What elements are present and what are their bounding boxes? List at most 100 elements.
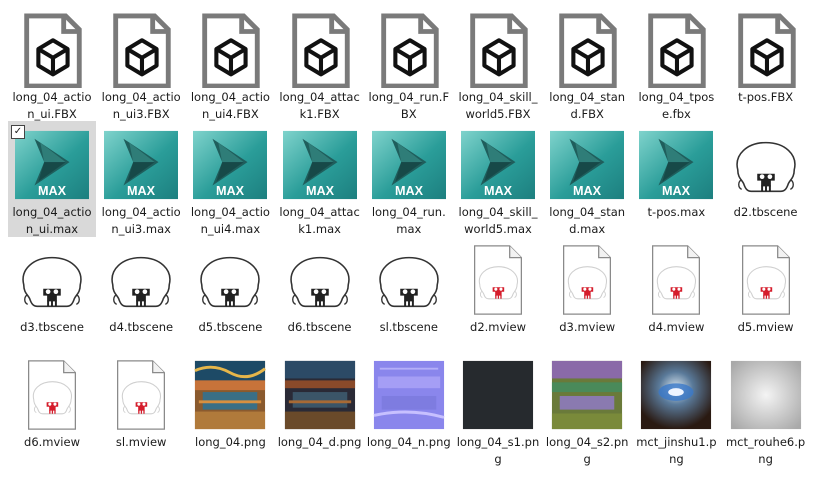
file-item[interactable]: MAX long_04_skill_world5.max — [454, 121, 542, 237]
marmoset-viewer-icon — [461, 242, 535, 318]
file-item[interactable]: mct_rouhe6.png — [722, 351, 810, 467]
file-name: d5.tbscene — [198, 320, 263, 334]
toolbag-scene-icon — [193, 242, 267, 318]
image-thumbnail — [461, 357, 535, 433]
file-item[interactable]: long_04_skill_world5.FBX — [454, 6, 542, 122]
file-name: long_04_attack1.max — [279, 205, 360, 236]
toolbag-scene-icon — [372, 242, 446, 318]
file-item[interactable]: MAX long_04_stand.max — [543, 121, 631, 237]
file-item[interactable]: d4.mview — [632, 236, 720, 352]
file-name: d3.mview — [559, 320, 616, 334]
file-item[interactable]: long_04_d.png — [276, 351, 364, 467]
file-item[interactable]: long_04_attack1.FBX — [276, 6, 364, 122]
fbx-file-icon — [639, 12, 713, 88]
3dsmax-file-icon: MAX — [282, 127, 357, 203]
file-name: long_04_attack1.FBX — [279, 90, 360, 121]
svg-text:MAX: MAX — [484, 184, 513, 198]
file-item[interactable]: sl.mview — [97, 351, 185, 467]
fbx-file-icon — [104, 12, 178, 88]
svg-text:MAX: MAX — [573, 184, 602, 198]
file-item[interactable]: long_04_n.png — [365, 351, 453, 467]
file-name: d6.tbscene — [287, 320, 352, 334]
file-item[interactable]: long_04_run.FBX — [365, 6, 453, 122]
marmoset-viewer-icon — [15, 357, 89, 433]
file-name: long_04_run.FBX — [368, 90, 450, 121]
toolbag-scene-icon — [729, 127, 803, 203]
file-name: long_04_n.png — [366, 435, 451, 449]
file-item[interactable]: MAX long_04_run.max — [365, 121, 453, 237]
file-name: sl.mview — [115, 435, 167, 449]
file-item[interactable]: MAX long_04_action_ui4.max — [186, 121, 274, 237]
svg-text:MAX: MAX — [306, 184, 335, 198]
file-item[interactable]: d4.tbscene — [97, 236, 185, 352]
file-item[interactable]: long_04_action_ui.FBX — [8, 6, 96, 122]
fbx-file-icon — [15, 12, 89, 88]
image-thumbnail — [639, 357, 713, 433]
svg-text:MAX: MAX — [127, 184, 156, 198]
file-item[interactable]: MAX long_04_action_ui3.max — [97, 121, 185, 237]
fbx-file-icon — [372, 12, 446, 88]
file-name: long_04_run.max — [371, 205, 446, 236]
file-item[interactable]: MAX t-pos.max — [632, 121, 720, 237]
file-name: d6.mview — [24, 435, 80, 449]
toolbag-scene-icon — [15, 242, 89, 318]
image-thumbnail — [372, 357, 446, 433]
3dsmax-file-icon: MAX — [15, 127, 89, 203]
file-name: mct_rouhe6.png — [725, 435, 806, 466]
3dsmax-file-icon: MAX — [461, 127, 535, 203]
file-item[interactable]: ✓ MAX long_04_action_ui.max — [8, 121, 96, 237]
fbx-file-icon — [729, 12, 803, 88]
file-item[interactable]: d6.mview — [8, 351, 96, 467]
file-item[interactable]: long_04_s2.png — [543, 351, 631, 467]
file-item[interactable]: sl.tbscene — [365, 236, 453, 352]
file-item[interactable]: t-pos.FBX — [722, 6, 810, 122]
toolbag-scene-icon — [104, 242, 178, 318]
3dsmax-file-icon: MAX — [550, 127, 625, 203]
marmoset-viewer-icon — [550, 242, 624, 318]
file-name: long_04.png — [195, 435, 266, 449]
file-name: long_04_tpose.fbx — [638, 90, 715, 121]
file-item[interactable]: long_04_tpose.fbx — [632, 6, 720, 122]
file-item[interactable]: d2.tbscene — [722, 121, 810, 237]
file-item[interactable]: d2.mview — [454, 236, 542, 352]
file-item[interactable]: d3.mview — [543, 236, 631, 352]
3dsmax-file-icon: MAX — [371, 127, 446, 203]
file-item[interactable]: d3.tbscene — [8, 236, 96, 352]
file-name: long_04_action_ui3.max — [101, 205, 181, 236]
file-item[interactable]: d5.mview — [722, 236, 810, 352]
file-name: long_04_action_ui.max — [12, 205, 92, 236]
file-name: long_04_s1.png — [456, 435, 540, 466]
image-thumbnail — [193, 357, 267, 433]
file-item[interactable]: mct_jinshu1.png — [632, 351, 720, 467]
file-name: d2.mview — [470, 320, 526, 334]
file-name: long_04_action_ui.FBX — [12, 90, 92, 121]
fbx-file-icon — [550, 12, 624, 88]
file-item[interactable]: long_04_s1.png — [454, 351, 542, 467]
file-item[interactable]: long_04_stand.FBX — [543, 6, 631, 122]
fbx-file-icon — [283, 12, 357, 88]
file-name: d5.mview — [737, 320, 794, 334]
file-name: long_04_d.png — [277, 435, 362, 449]
file-item[interactable]: d5.tbscene — [186, 236, 274, 352]
marmoset-viewer-icon — [639, 242, 713, 318]
marmoset-viewer-icon — [104, 357, 178, 433]
file-item[interactable]: long_04_action_ui4.FBX — [186, 6, 274, 122]
file-name: t-pos.max — [647, 205, 706, 219]
svg-text:MAX: MAX — [395, 184, 424, 198]
file-name: d3.tbscene — [20, 320, 84, 334]
file-name: sl.tbscene — [379, 320, 438, 334]
file-name: mct_jinshu1.png — [636, 435, 717, 466]
file-item[interactable]: d6.tbscene — [276, 236, 364, 352]
selection-checkbox[interactable]: ✓ — [11, 125, 25, 139]
3dsmax-file-icon: MAX — [104, 127, 179, 203]
file-item[interactable]: long_04_action_ui3.FBX — [97, 6, 185, 122]
file-name: long_04_s2.png — [545, 435, 629, 466]
svg-text:MAX: MAX — [38, 184, 67, 198]
file-item[interactable]: long_04.png — [186, 351, 274, 467]
file-item[interactable]: MAX long_04_attack1.max — [276, 121, 364, 237]
image-thumbnail — [283, 357, 357, 433]
file-name: long_04_stand.FBX — [549, 90, 626, 121]
file-name: long_04_action_ui4.FBX — [190, 90, 270, 121]
file-name: d4.mview — [648, 320, 705, 334]
file-name: long_04_skill_world5.FBX — [458, 90, 538, 121]
